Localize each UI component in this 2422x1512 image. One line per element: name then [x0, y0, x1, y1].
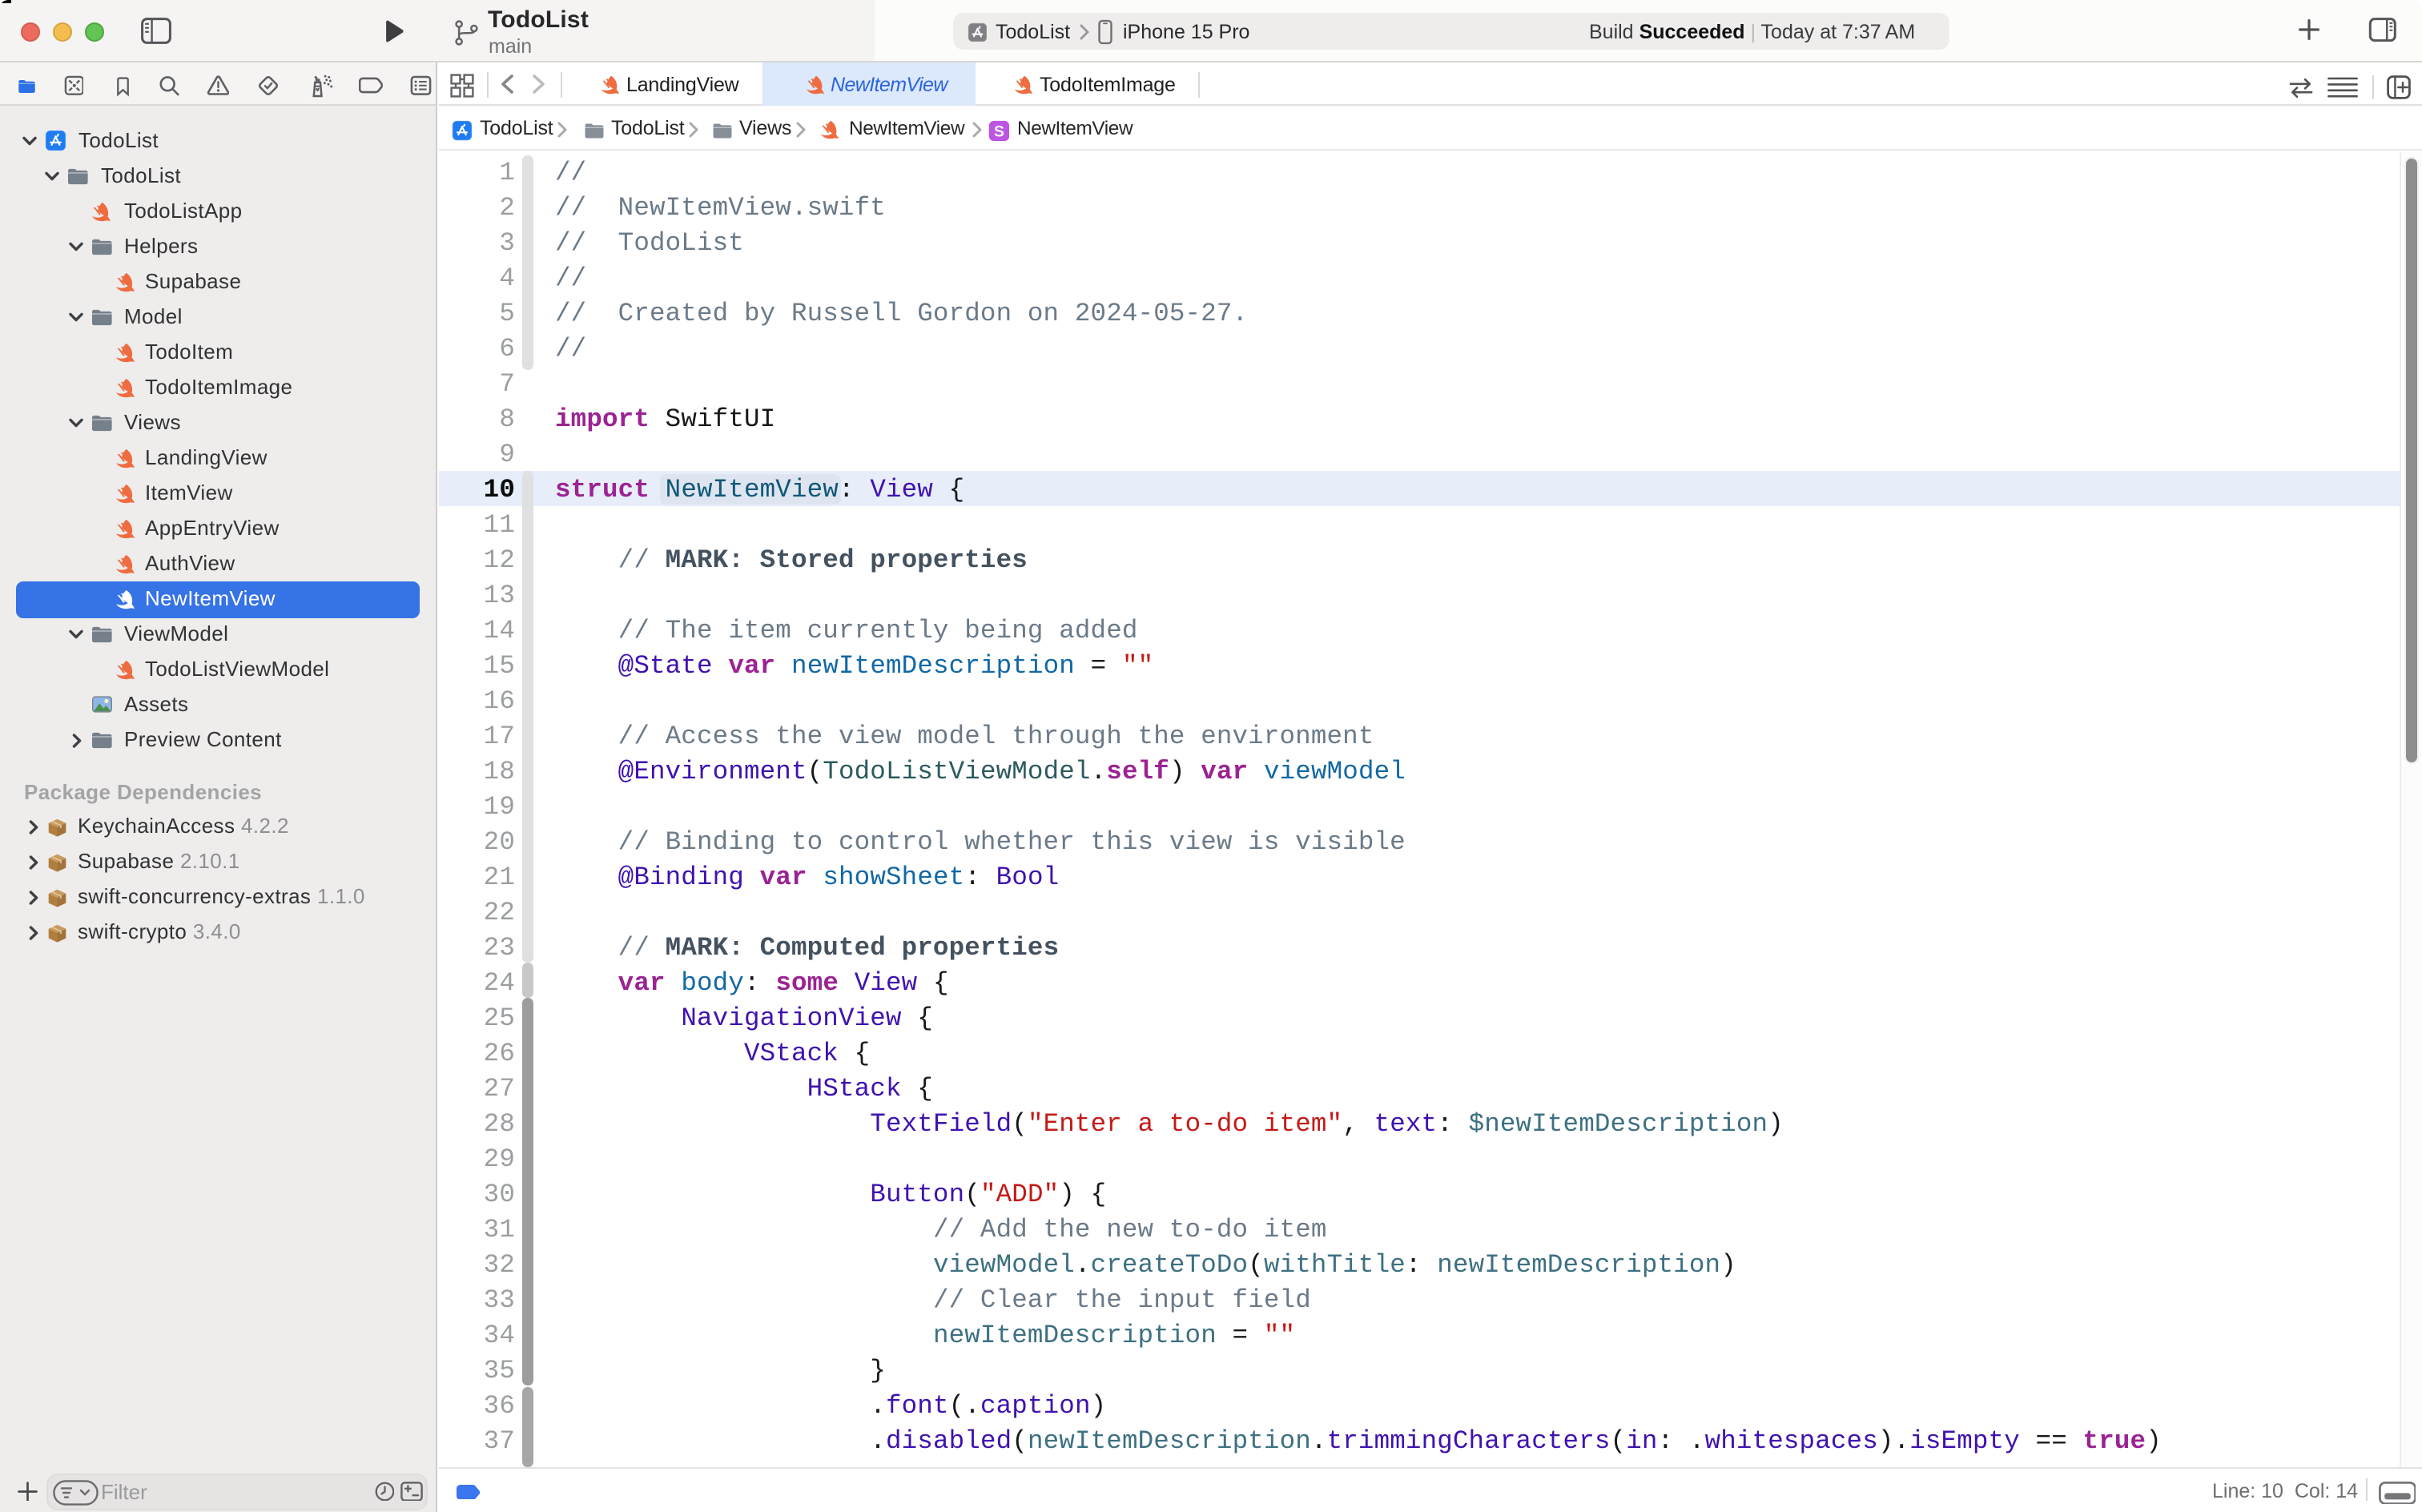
svg-text:S: S	[993, 122, 1004, 139]
